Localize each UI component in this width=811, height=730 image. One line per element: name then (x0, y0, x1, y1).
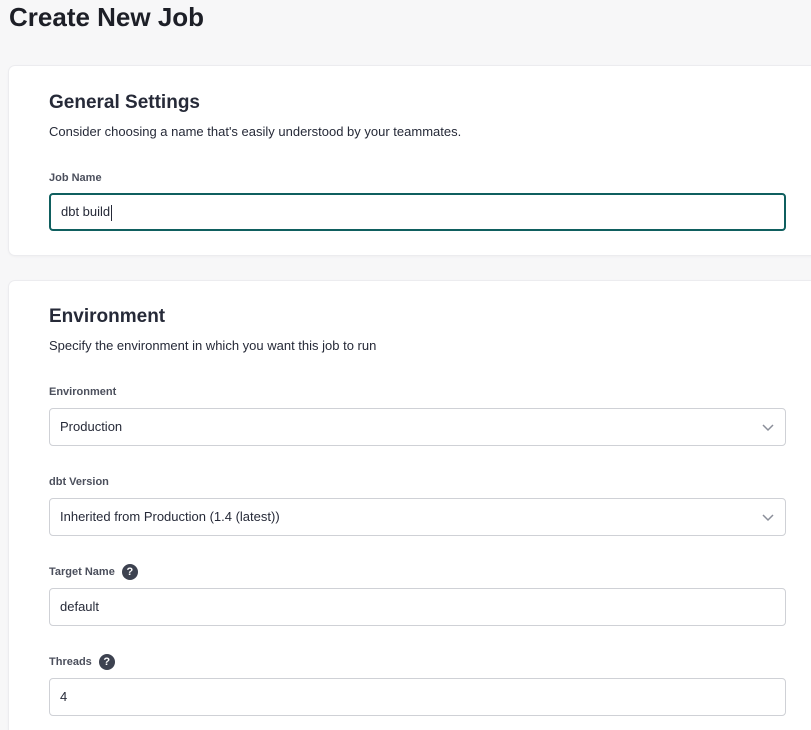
threads-label-text: Threads (49, 656, 92, 668)
dbt-version-label: dbt Version (49, 475, 109, 489)
job-name-value: dbt build (61, 204, 111, 219)
job-name-input[interactable]: dbt build (49, 193, 786, 231)
environment-label-text: Environment (49, 386, 117, 398)
dbt-version-select[interactable]: Inherited from Production (1.4 (latest)) (49, 498, 786, 536)
question-circle-icon[interactable]: ? (121, 564, 138, 580)
dbt-version-selected-value: Inherited from Production (1.4 (latest)) (60, 509, 280, 524)
chevron-down-icon (762, 424, 774, 432)
job-name-label-text: Job Name (49, 172, 102, 184)
dbt-version-label-text: dbt Version (49, 476, 109, 488)
environment-title: Environment (49, 306, 166, 327)
environment-selected-value: Production (60, 419, 123, 434)
environment-label: Environment (49, 385, 116, 399)
chevron-down-icon (762, 514, 774, 522)
target-name-input[interactable]: default (49, 588, 786, 626)
target-name-label: Target Name ? (49, 564, 138, 580)
general-settings-title: General Settings (49, 92, 200, 113)
threads-value: 4 (60, 689, 68, 704)
create-job-page: Create New Job General Settings Consider… (0, 0, 811, 730)
question-circle-icon[interactable]: ? (98, 654, 115, 670)
page-title: Create New Job (9, 2, 205, 32)
threads-input[interactable]: 4 (49, 678, 786, 716)
environment-select[interactable]: Production (49, 408, 786, 446)
general-settings-description: Consider choosing a name that's easily u… (49, 124, 462, 139)
target-name-label-text: Target Name (49, 566, 115, 578)
threads-label: Threads ? (49, 654, 115, 670)
text-cursor (111, 204, 113, 221)
target-name-value: default (60, 599, 100, 614)
environment-card: Environment Specify the environment in w… (9, 281, 811, 730)
job-name-label: Job Name (49, 171, 102, 185)
general-settings-card: General Settings Consider choosing a nam… (9, 66, 811, 255)
environment-description: Specify the environment in which you wan… (49, 338, 377, 353)
